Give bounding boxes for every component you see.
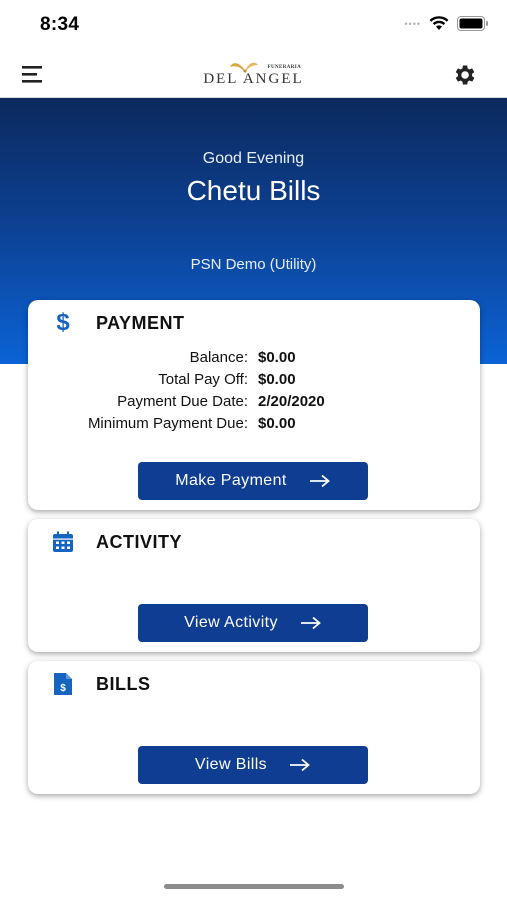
arrow-right-icon: [309, 474, 331, 488]
svg-text:$: $: [60, 683, 66, 694]
total-payoff-value: $0.00: [258, 370, 296, 388]
brand-logo: FUNERARIA DEL ANGEL: [184, 59, 324, 89]
view-activity-label: View Activity: [184, 614, 278, 631]
due-date-value: 2/20/2020: [258, 392, 325, 410]
cellular-signal-icon: ••••: [404, 18, 421, 29]
total-payoff-label: Total Pay Off:: [158, 370, 248, 388]
gear-icon[interactable]: [451, 62, 477, 88]
bill-document-icon: $: [52, 673, 74, 695]
status-time: 8:34: [40, 14, 80, 35]
minimum-due-value: $0.00: [258, 414, 296, 432]
brand-tagline: FUNERARIA: [267, 65, 302, 70]
home-indicator[interactable]: [164, 884, 344, 889]
arrow-right-icon: [289, 758, 311, 772]
account-name[interactable]: PSN Demo (Utility): [0, 256, 507, 273]
detail-row-total-payoff: Total Pay Off: $0.00: [28, 368, 480, 390]
bills-title: BILLS: [96, 673, 151, 694]
view-bills-label: View Bills: [194, 756, 268, 773]
brand-name: DEL ANGEL: [203, 71, 304, 87]
detail-row-due-date: Payment Due Date: 2/20/2020: [28, 390, 480, 412]
payment-card: $ PAYMENT Balance: $0.00 Total Pay Off: …: [28, 300, 480, 510]
payment-card-header: $ PAYMENT: [52, 309, 185, 336]
activity-card-header: ACTIVITY: [52, 531, 182, 553]
detail-row-minimum-due: Minimum Payment Due: $0.00: [28, 412, 480, 434]
balance-label: Balance:: [189, 348, 248, 366]
greeting-text: Good Evening: [202, 150, 305, 167]
status-bar: 8:34 ••••: [0, 0, 507, 50]
calendar-icon: [52, 531, 74, 553]
app-screen: 8:34 •••• FUNERARIA DEL ANGEL Good Eveni…: [0, 0, 507, 900]
dollar-icon: $: [56, 309, 70, 336]
make-payment-button[interactable]: Make Payment: [138, 462, 368, 500]
view-bills-button[interactable]: View Bills: [138, 746, 368, 784]
make-payment-label: Make Payment: [175, 472, 287, 489]
detail-row-balance: Balance: $0.00: [28, 346, 480, 368]
activity-card: ACTIVITY View Activity: [28, 519, 480, 652]
status-icons: ••••: [404, 16, 489, 31]
bills-card-header: $ BILLS: [52, 673, 151, 695]
activity-title: ACTIVITY: [96, 531, 183, 552]
user-name: Chetu Bills: [186, 175, 321, 206]
arrow-right-icon: [300, 616, 322, 630]
navigation-bar: FUNERARIA DEL ANGEL: [0, 50, 507, 98]
view-activity-button[interactable]: View Activity: [138, 604, 368, 642]
payment-details: Balance: $0.00 Total Pay Off: $0.00 Paym…: [28, 346, 480, 434]
balance-value: $0.00: [258, 348, 296, 366]
hamburger-menu-icon[interactable]: [20, 62, 46, 86]
battery-icon: [457, 16, 488, 31]
payment-title: PAYMENT: [96, 312, 185, 333]
minimum-due-label: Minimum Payment Due:: [87, 414, 248, 432]
wifi-icon: [429, 16, 449, 30]
bills-card: $ BILLS View Bills: [28, 661, 480, 794]
due-date-label: Payment Due Date:: [117, 392, 248, 410]
